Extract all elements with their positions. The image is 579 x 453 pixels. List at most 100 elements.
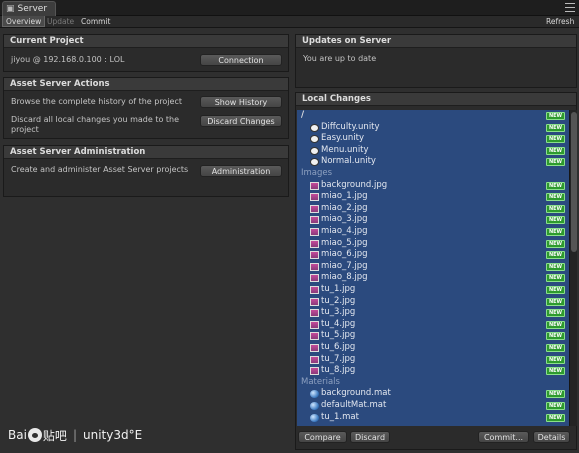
list-item-label: miao_8.jpg: [321, 272, 368, 283]
unity-scene-icon: [310, 135, 319, 144]
list-item[interactable]: miao_2.jpg NEW: [297, 203, 569, 215]
image-file-icon: [310, 262, 319, 271]
new-badge: NEW: [546, 390, 565, 399]
new-badge: NEW: [546, 135, 565, 144]
tab-overview[interactable]: Overview: [2, 16, 46, 27]
image-file-icon: [310, 216, 319, 225]
list-item-label: tu_5.jpg: [321, 330, 356, 341]
folder-row[interactable]: Materials: [297, 377, 569, 389]
list-item[interactable]: miao_6.jpg NEW: [297, 249, 569, 261]
window-tab-server[interactable]: ▣ Server: [2, 1, 57, 16]
list-item-label: miao_5.jpg: [321, 237, 368, 248]
folder-row[interactable]: Images: [297, 168, 569, 180]
list-item-label: tu_2.jpg: [321, 295, 356, 306]
list-item-label: tu_3.jpg: [321, 307, 356, 318]
new-badge: NEW: [546, 274, 565, 283]
asset-server-admin-header: Asset Server Administration: [4, 146, 288, 159]
asset-server-admin-panel: Asset Server Administration Create and a…: [3, 145, 289, 197]
list-item-label: defaultMat.mat: [321, 400, 387, 410]
new-badge: NEW: [546, 112, 565, 120]
new-badge: NEW: [546, 413, 565, 422]
asset-server-actions-panel: Asset Server Actions Browse the complete…: [3, 77, 289, 139]
list-item[interactable]: Menu.unity NEW: [297, 145, 569, 157]
image-file-icon: [310, 355, 319, 364]
new-badge: NEW: [546, 297, 565, 306]
window-title: Server: [17, 4, 48, 14]
window-menu-icon[interactable]: [565, 3, 575, 12]
show-history-text: Browse the complete history of the proje…: [11, 97, 183, 106]
list-item[interactable]: tu_7.jpg NEW: [297, 354, 569, 366]
list-item[interactable]: tu_8.jpg NEW: [297, 365, 569, 377]
updates-on-server-panel: Updates on Server You are up to date: [295, 34, 577, 88]
discard-changes-text: Discard all local changes you made to th…: [11, 115, 180, 134]
show-history-button[interactable]: Show History: [200, 96, 282, 108]
list-item[interactable]: tu_6.jpg NEW: [297, 342, 569, 354]
image-file-icon: [310, 297, 319, 306]
list-item[interactable]: defaultMat.mat NEW: [297, 400, 569, 412]
details-button[interactable]: Details: [533, 431, 570, 443]
server-icon: ▣: [6, 4, 15, 14]
root-folder-row[interactable]: / NEW: [297, 110, 569, 122]
list-item[interactable]: miao_5.jpg NEW: [297, 238, 569, 250]
scrollbar-thumb[interactable]: [571, 112, 577, 252]
material-icon: [310, 402, 319, 410]
list-item[interactable]: tu_5.jpg NEW: [297, 330, 569, 342]
list-item[interactable]: miao_3.jpg NEW: [297, 214, 569, 226]
discard-button[interactable]: Discard: [350, 431, 390, 443]
list-item[interactable]: miao_1.jpg NEW: [297, 191, 569, 203]
unity-scene-icon: [310, 146, 319, 155]
list-item-label: miao_6.jpg: [321, 249, 368, 260]
tab-commit[interactable]: Commit: [78, 16, 113, 27]
new-badge: NEW: [546, 344, 565, 352]
new-badge: NEW: [546, 286, 565, 294]
list-item[interactable]: tu_1.mat NEW: [297, 412, 569, 424]
new-badge: NEW: [546, 158, 565, 167]
list-item[interactable]: tu_2.jpg NEW: [297, 296, 569, 308]
new-badge: NEW: [546, 181, 565, 190]
list-item[interactable]: miao_7.jpg NEW: [297, 261, 569, 273]
administration-text: Create and administer Asset Server proje…: [11, 165, 189, 174]
commit-button[interactable]: Commit...: [478, 431, 529, 443]
list-item[interactable]: miao_8.jpg NEW: [297, 272, 569, 284]
compare-button[interactable]: Compare: [298, 431, 347, 443]
tab-update[interactable]: Update: [44, 16, 77, 27]
list-item[interactable]: Diffculty.unity NEW: [297, 122, 569, 134]
list-item-label: Images: [301, 168, 333, 178]
new-badge: NEW: [546, 228, 565, 236]
list-item[interactable]: background.jpg NEW: [297, 180, 569, 192]
list-item-label: tu_1.jpg: [321, 284, 356, 294]
image-file-icon: [310, 251, 319, 260]
new-badge: NEW: [546, 262, 565, 271]
list-item[interactable]: background.mat NEW: [297, 388, 569, 400]
refresh-button[interactable]: Refresh: [543, 16, 577, 27]
local-changes-scrollbar[interactable]: [569, 110, 577, 426]
list-item[interactable]: Easy.unity NEW: [297, 133, 569, 145]
image-file-icon: [310, 228, 319, 236]
image-file-icon: [310, 274, 319, 283]
new-badge: NEW: [546, 320, 565, 329]
image-file-icon: [310, 204, 319, 213]
discard-changes-button[interactable]: Discard Changes: [200, 115, 282, 127]
connection-button[interactable]: Connection: [200, 54, 282, 66]
image-file-icon: [310, 320, 319, 329]
local-changes-list[interactable]: / NEW Diffculty.unity NEW Easy.unity NEW Menu.…: [297, 110, 569, 426]
new-badge: NEW: [546, 204, 565, 213]
list-item[interactable]: miao_4.jpg NEW: [297, 226, 569, 238]
list-item[interactable]: tu_3.jpg NEW: [297, 307, 569, 319]
list-item[interactable]: tu_4.jpg NEW: [297, 319, 569, 331]
current-project-header: Current Project: [4, 35, 288, 48]
new-badge: NEW: [546, 193, 565, 202]
new-badge: NEW: [546, 239, 565, 248]
list-item-label: miao_4.jpg: [321, 226, 368, 236]
list-item-label: Menu.unity: [321, 144, 369, 155]
baidu-paw-icon: [27, 428, 42, 442]
list-item-label: tu_8.jpg: [321, 365, 356, 376]
unity-scene-icon: [310, 123, 319, 132]
new-badge: NEW: [546, 146, 565, 155]
administration-button[interactable]: Administration: [200, 165, 282, 177]
image-file-icon: [310, 344, 319, 352]
list-item[interactable]: Normal.unity NEW: [297, 156, 569, 168]
list-item[interactable]: tu_1.jpg NEW: [297, 284, 569, 296]
new-badge: NEW: [546, 216, 565, 225]
list-item-label: miao_3.jpg: [321, 214, 368, 225]
